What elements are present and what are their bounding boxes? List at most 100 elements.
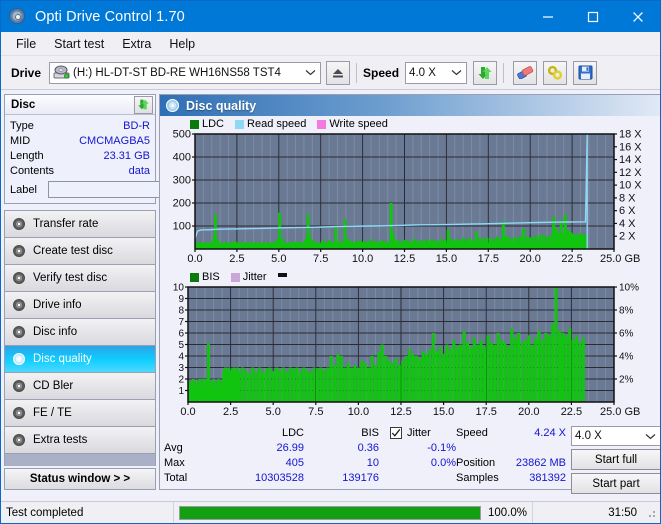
stats-total-bis: 139176 (342, 471, 379, 484)
disc-panel: Disc Type BD-R MID CMCMAGBA5 Length 23.3… (4, 94, 253, 204)
disc-icon (10, 353, 28, 365)
speed-measure-value: 4.24 X (534, 426, 566, 439)
close-icon[interactable] (615, 1, 660, 32)
sidebar-label: Disc quality (33, 353, 92, 365)
disc-icon (10, 299, 28, 311)
start-full-button[interactable]: Start full (571, 449, 660, 470)
menu-item-extra[interactable]: Extra (113, 34, 160, 54)
status-window-button[interactable]: Status window > > (4, 468, 156, 490)
test-speed-select[interactable]: 4.0 X (571, 426, 660, 446)
chevron-down-icon[interactable] (642, 433, 658, 440)
jitter-checkbox[interactable] (390, 426, 402, 439)
toolbar-divider (503, 62, 505, 83)
jitter-label: Jitter (407, 426, 431, 439)
nav-spacer (4, 454, 156, 466)
svg-text:8 X: 8 X (619, 192, 636, 204)
drive-select[interactable]: (H:) HL-DT-ST BD-RE WH16NS58 TST4 (49, 61, 322, 84)
sidebar-item-drive-info[interactable]: Drive info (5, 292, 155, 319)
disc-key-contents: Contents (10, 164, 55, 177)
stats-row-avg: Avg 26.99 0.36 (164, 440, 390, 455)
disc-row-contents: Contents data (10, 163, 150, 178)
chevron-down-icon[interactable] (302, 69, 318, 76)
svg-text:10.0: 10.0 (348, 406, 369, 418)
bis-legend-label: BIS (202, 271, 220, 283)
start-part-button[interactable]: Start part (571, 473, 660, 494)
read-speed-legend-label: Read speed (247, 118, 307, 130)
svg-text:4 X: 4 X (619, 218, 636, 230)
sidebar-item-create-test-disc[interactable]: Create test disc (5, 238, 155, 265)
svg-text:9: 9 (178, 294, 184, 305)
speed-value: 4.0 X (409, 66, 436, 79)
sidebar-item-disc-quality[interactable]: Disc quality (5, 346, 155, 373)
svg-text:22.5: 22.5 (561, 253, 582, 265)
refresh-button[interactable] (473, 60, 498, 85)
stats-header-row: LDC BIS (164, 425, 390, 440)
disc-key-length: Length (10, 149, 44, 162)
stats-row-max: Max 405 10 (164, 455, 390, 470)
status-message: Test completed (6, 506, 84, 519)
svg-text:10: 10 (173, 283, 185, 294)
sidebar-item-transfer-rate[interactable]: Transfer rate (5, 211, 155, 238)
content-panel: Disc quality LDC Read speed Write speed … (159, 94, 660, 494)
samples-key: Samples (456, 471, 499, 484)
disc-value-mid: CMCMAGBA5 (79, 134, 150, 147)
svg-text:7.5: 7.5 (308, 406, 323, 418)
disc-value-length: 23.31 GB (103, 149, 150, 162)
svg-text:15.0: 15.0 (433, 406, 454, 418)
menu-item-start-test[interactable]: Start test (45, 34, 113, 54)
erase-button[interactable] (513, 60, 538, 85)
disc-icon (10, 218, 28, 230)
disc-icon (166, 99, 179, 112)
svg-text:15.0: 15.0 (436, 253, 457, 265)
speed-key: Speed (456, 426, 488, 439)
write-speed-legend-label: Write speed (329, 118, 388, 130)
window-title: Opti Drive Control 1.70 (35, 8, 185, 25)
disc-value-type: BD-R (123, 119, 150, 132)
svg-text:25.0 GB: 25.0 GB (600, 406, 640, 418)
speed-select[interactable]: 4.0 X (405, 61, 468, 84)
menu-item-help[interactable]: Help (160, 34, 204, 54)
svg-text:4: 4 (178, 352, 184, 363)
spacer-row (456, 440, 571, 455)
stats-panel: LDC BIS Avg 26.99 0.36 Max 405 10 Total … (160, 422, 660, 496)
legend-marker (277, 272, 287, 277)
disc-refresh-button[interactable] (134, 95, 153, 114)
measurements-column: Speed 4.24 X Position 23862 MB Samples 3… (456, 425, 571, 496)
svg-text:25.0 GB: 25.0 GB (600, 253, 640, 265)
sidebar-label: FE / TE (33, 407, 72, 419)
svg-text:7.5: 7.5 (313, 253, 328, 265)
sidebar-item-verify-test-disc[interactable]: Verify test disc (5, 265, 155, 292)
svg-text:17.5: 17.5 (478, 253, 499, 265)
sidebar-item-fe-te[interactable]: FE / TE (5, 400, 155, 427)
sidebar-item-cd-bler[interactable]: CD Bler (5, 373, 155, 400)
disc-value-contents: data (128, 164, 150, 177)
tools-button[interactable] (543, 60, 568, 85)
svg-text:16 X: 16 X (619, 141, 642, 153)
ldc-chart: LDC Read speed Write speed 100 200 300 400 5… (160, 116, 660, 269)
disc-icon (10, 272, 28, 284)
jitter-check-row: Jitter (390, 425, 456, 440)
ldc-plot: 1002003004005002 X4 X6 X8 X10 X12 X14 X1… (173, 129, 643, 266)
disc-key-mid: MID (10, 134, 31, 147)
sidebar-label: Transfer rate (33, 218, 99, 230)
svg-text:14 X: 14 X (619, 154, 642, 166)
disc-row-mid: MID CMCMAGBA5 (10, 133, 150, 148)
minimize-icon[interactable] (525, 1, 570, 32)
menu-item-file[interactable]: File (7, 34, 45, 54)
nav-list: Transfer rate Create test disc Verify te… (4, 210, 156, 454)
save-button[interactable] (573, 60, 598, 85)
stats-key-max: Max (164, 456, 185, 469)
svg-text:10%: 10% (619, 283, 639, 294)
progress-bar (179, 505, 481, 520)
svg-text:6: 6 (178, 329, 184, 340)
resize-grip[interactable] (645, 507, 657, 519)
maximize-icon[interactable] (570, 1, 615, 32)
chevron-down-icon[interactable] (448, 69, 464, 76)
bis-legend: BIS Jitter (190, 271, 287, 283)
test-speed-value: 4.0 X (575, 430, 602, 442)
svg-text:8: 8 (178, 306, 184, 317)
eject-button[interactable] (326, 60, 351, 85)
sidebar-item-disc-info[interactable]: Disc info (5, 319, 155, 346)
sidebar-item-extra-tests[interactable]: Extra tests (5, 427, 155, 454)
svg-text:5.0: 5.0 (271, 253, 286, 265)
